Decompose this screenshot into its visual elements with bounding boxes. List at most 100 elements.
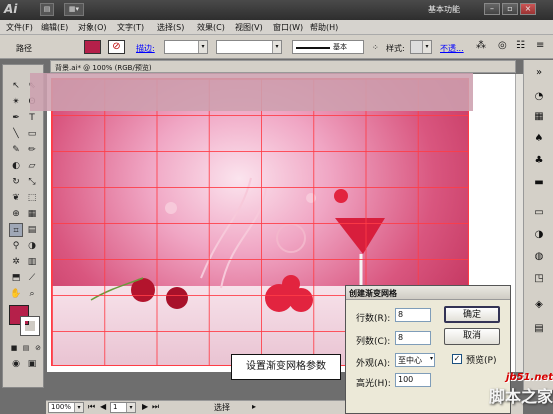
dialog-title: 创建渐变网格 (346, 286, 510, 300)
preview-checkbox[interactable]: ✓ (452, 354, 462, 364)
transparency-panel-icon[interactable]: ◑ (532, 228, 546, 241)
swatches-panel-icon[interactable]: ▦ (532, 110, 546, 123)
title-bar: Ai ▤ ▦▾ 基本功能 – ▫ × (0, 0, 553, 20)
paintbrush-icon[interactable]: ✎ (9, 143, 23, 157)
opacity-link[interactable]: 不透... (440, 43, 464, 54)
close-icon[interactable]: × (520, 3, 536, 15)
menu-file[interactable]: 文件(F) (6, 22, 33, 33)
scale-tool-icon[interactable]: ⤡ (25, 175, 39, 189)
vertical-scrollbar[interactable] (515, 74, 523, 372)
line-tool-icon[interactable]: ╲ (9, 127, 23, 141)
chevron-down-icon: ▾ (429, 355, 433, 362)
symbols-panel-icon[interactable]: ♣ (532, 154, 546, 167)
symbol-sprayer-icon[interactable]: ✲ (9, 255, 23, 269)
blend-tool-icon[interactable]: ◑ (25, 239, 39, 253)
eyedropper-icon[interactable]: ⚲ (9, 239, 23, 253)
menu-object[interactable]: 对象(O) (78, 22, 107, 33)
stroke-swatch[interactable]: ⊘ (108, 40, 125, 54)
appearance-select[interactable]: 至中心 ▾ (395, 353, 435, 367)
status-menu-icon[interactable]: ▸ (252, 402, 256, 411)
align-icon[interactable]: ☷ (516, 40, 525, 51)
highlight-field[interactable]: 100 (395, 373, 431, 387)
cancel-button[interactable]: 取消 (444, 328, 500, 345)
watermark-url: jb51.net (506, 372, 553, 383)
rows-field[interactable]: 8 (395, 308, 431, 322)
slice-tool-icon[interactable]: ⟋ (25, 271, 39, 285)
pencil-icon[interactable]: ✏ (25, 143, 39, 157)
panel-menu-icon[interactable]: ≡ (536, 40, 544, 51)
color-panel-icon[interactable]: ◔ (532, 90, 546, 103)
mesh-tool-icon[interactable]: ⌗ (9, 223, 23, 237)
cols-label: 列数(C): (356, 337, 391, 347)
arrange-icon[interactable]: ▦▾ (64, 3, 84, 16)
graph-tool-icon[interactable]: ▥ (25, 255, 39, 269)
perspective-grid-icon[interactable]: ▦ (25, 207, 39, 221)
layers-panel-icon[interactable]: ◈ (532, 298, 546, 311)
panel-dock: » ◔ ▦ ♠ ♣ ▬ ▭ ◑ ◍ ◳ ◈ ▤ (523, 60, 553, 390)
brush-combo[interactable]: 基本 (292, 40, 364, 54)
zoom-combo[interactable]: 100% ▾ (48, 402, 84, 413)
artboards-panel-icon[interactable]: ▤ (532, 322, 546, 335)
prev-artboard-icon[interactable]: ◀ (100, 402, 106, 411)
stroke-panel-icon[interactable]: ▬ (532, 176, 546, 189)
appearance-label: 外观(A): (356, 359, 391, 369)
zoom-tool-icon[interactable]: ⌕ (25, 287, 39, 301)
eraser-icon[interactable]: ▱ (25, 159, 39, 173)
cols-field[interactable]: 8 (395, 331, 431, 345)
magic-wand-icon[interactable]: ✴ (9, 95, 23, 109)
hand-tool-icon[interactable]: ✋ (9, 287, 23, 301)
last-artboard-icon[interactable]: ⏭ (152, 402, 159, 412)
selection-tool-icon[interactable]: ↖ (9, 79, 23, 93)
rotate-tool-icon[interactable]: ↻ (9, 175, 23, 189)
graphic-style-combo[interactable]: ▾ (410, 40, 432, 54)
type-tool-icon[interactable]: T (25, 111, 39, 125)
collapse-panels-icon[interactable]: » (532, 66, 546, 79)
selection-type-label: 路径 (16, 44, 32, 53)
menu-edit[interactable]: 编辑(E) (41, 22, 68, 33)
menu-view[interactable]: 视图(V) (235, 22, 263, 33)
artboard-combo[interactable]: 1 ▾ (110, 402, 136, 413)
preview-label: 预览(P) (466, 356, 497, 366)
none-mode-icon[interactable]: ⊘ (31, 341, 45, 355)
ok-button[interactable]: 确定 (444, 306, 500, 323)
menu-effect[interactable]: 效果(C) (197, 22, 225, 33)
menu-type[interactable]: 文字(T) (117, 22, 144, 33)
brushes-panel-icon[interactable]: ♠ (532, 132, 546, 145)
variable-width-combo[interactable]: ▾ (216, 40, 282, 54)
restore-icon[interactable]: ▫ (502, 3, 518, 15)
draw-mode-icon[interactable]: ◉ (9, 357, 23, 371)
stroke-link[interactable]: 描边: (136, 43, 155, 54)
free-transform-icon[interactable]: ⬚ (25, 191, 39, 205)
bridge-icon[interactable]: ▤ (40, 3, 54, 16)
screen-mode-icon[interactable]: ▣ (25, 357, 39, 371)
site-watermark: jb51.net 脚本之家 (478, 372, 553, 414)
gradient-panel-icon[interactable]: ▭ (532, 206, 546, 219)
style-options-icon[interactable]: ⁘ (372, 43, 379, 52)
fill-swatch[interactable] (84, 40, 101, 54)
app-logo: Ai (4, 2, 18, 16)
graphic-styles-panel-icon[interactable]: ◳ (532, 272, 546, 285)
first-artboard-icon[interactable]: ⏮ (88, 402, 95, 412)
gradient-tool-icon[interactable]: ▤ (25, 223, 39, 237)
minimize-icon[interactable]: – (484, 3, 500, 15)
next-artboard-icon[interactable]: ▶ (142, 402, 148, 411)
shape-builder-icon[interactable]: ⊕ (9, 207, 23, 221)
workspace-switcher[interactable]: 基本功能 (428, 4, 460, 15)
instruction-caption: 设置渐变网格参数 (231, 354, 341, 380)
menu-help[interactable]: 帮助(H) (310, 22, 338, 33)
pen-tool-icon[interactable]: ✒ (9, 111, 23, 125)
warp-tool-icon[interactable]: ❦ (9, 191, 23, 205)
isolate-icon[interactable]: ◎ (498, 40, 507, 51)
stroke-weight-combo[interactable]: ▾ (164, 40, 208, 54)
recolor-icon[interactable]: ⁂ (476, 40, 486, 51)
menu-window[interactable]: 窗口(W) (273, 22, 303, 33)
artboard-tool-icon[interactable]: ⬒ (9, 271, 23, 285)
document-tab[interactable]: 背景.ai* @ 100% (RGB/预览) (50, 60, 516, 73)
appearance-panel-icon[interactable]: ◍ (532, 250, 546, 263)
menu-select[interactable]: 选择(S) (157, 22, 184, 33)
rectangle-tool-icon[interactable]: ▭ (25, 127, 39, 141)
watermark-name: 脚本之家 (488, 387, 553, 406)
rows-label: 行数(R): (356, 314, 391, 324)
blob-brush-icon[interactable]: ◐ (9, 159, 23, 173)
stroke-color-box[interactable] (20, 316, 40, 336)
